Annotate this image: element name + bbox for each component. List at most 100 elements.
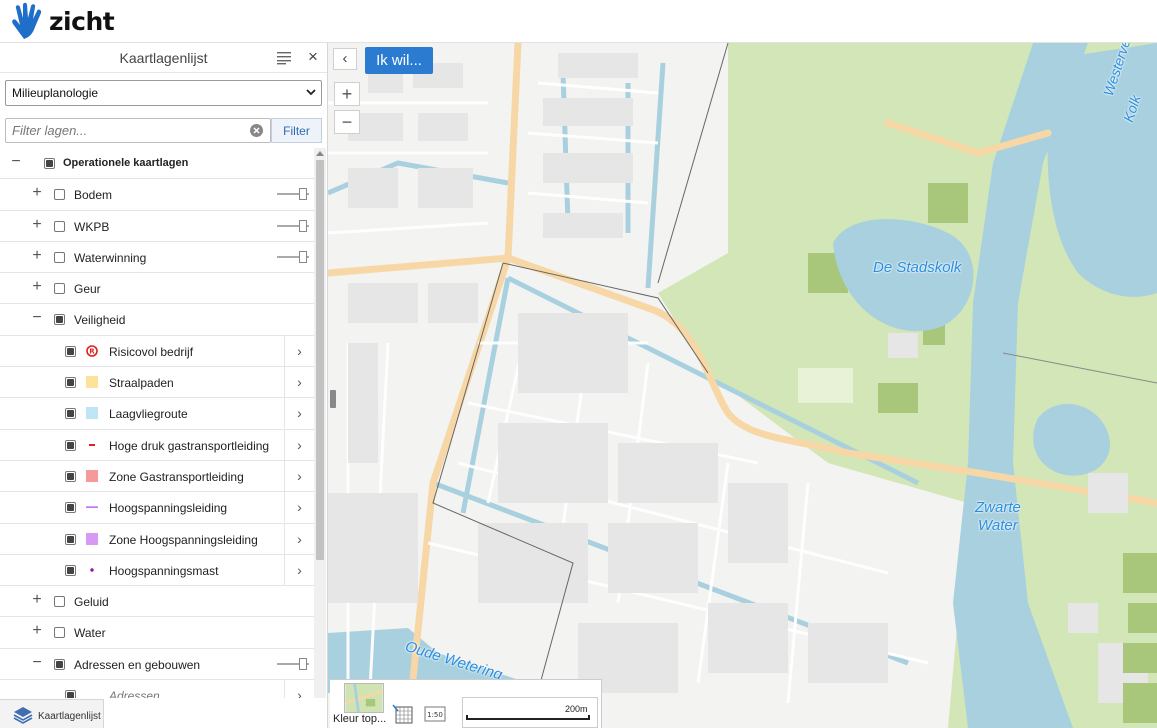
theme-select[interactable]: Milieuplanologie bbox=[5, 80, 322, 106]
checkbox[interactable] bbox=[44, 158, 55, 169]
opacity-slider[interactable] bbox=[277, 219, 309, 232]
chevron-right-icon[interactable]: › bbox=[284, 680, 314, 698]
tree-row-label: Zone Gastransportleiding bbox=[109, 469, 244, 484]
filter-button[interactable]: Filter bbox=[271, 118, 322, 143]
checkbox[interactable] bbox=[65, 690, 76, 698]
zoom-in-button[interactable]: + bbox=[334, 82, 360, 106]
collapse-icon[interactable]: − bbox=[31, 310, 43, 326]
collapse-panel-button[interactable]: ‹ bbox=[333, 48, 357, 70]
scale-ratio-icon[interactable]: 1:50 bbox=[424, 705, 446, 723]
tree-row-hoge-druk-gastransportleiding[interactable]: Hoge druk gastransportleiding › bbox=[0, 429, 314, 461]
tree-row-zone-gastransportleiding[interactable]: Zone Gastransportleiding › bbox=[0, 460, 314, 493]
panel-resize-handle[interactable] bbox=[330, 390, 336, 408]
checkbox[interactable] bbox=[54, 283, 65, 295]
chevron-right-icon[interactable]: › bbox=[284, 523, 314, 554]
opacity-slider[interactable] bbox=[277, 188, 309, 201]
map-label-stadskolk: De Stadskolk bbox=[873, 259, 962, 276]
checkbox[interactable] bbox=[54, 189, 65, 201]
layers-icon bbox=[13, 707, 33, 724]
tree-row-straalpaden[interactable]: Straalpaden › bbox=[0, 367, 314, 399]
legend-line-icon bbox=[89, 443, 95, 446]
checkbox[interactable] bbox=[65, 408, 76, 420]
tree-row-bodem[interactable]: + Bodem bbox=[0, 179, 314, 211]
map-canvas[interactable]: De Stadskolk Westervelde Kolk Zwarte Wat… bbox=[328, 43, 1157, 728]
tree-scrollbar[interactable] bbox=[314, 148, 326, 698]
tree-row-label: Hoge druk gastransportleiding bbox=[109, 438, 270, 453]
close-icon[interactable]: × bbox=[305, 47, 321, 67]
tree-row-laagvliegroute[interactable]: Laagvliegroute › bbox=[0, 398, 314, 430]
collapse-icon[interactable]: − bbox=[31, 654, 43, 670]
opacity-slider[interactable] bbox=[277, 657, 309, 670]
expand-icon[interactable]: + bbox=[31, 247, 43, 263]
hand-icon bbox=[12, 2, 42, 39]
tree-row-waterwinning[interactable]: + Waterwinning bbox=[0, 242, 314, 274]
checkbox[interactable] bbox=[54, 627, 65, 639]
tree-row-geur[interactable]: + Geur bbox=[0, 273, 314, 305]
filter-input[interactable]: Filter lagen... bbox=[5, 118, 271, 143]
chevron-right-icon[interactable]: › bbox=[284, 554, 314, 585]
chevron-right-icon[interactable]: › bbox=[284, 429, 314, 460]
tree-row-wkpb[interactable]: + WKPB bbox=[0, 211, 314, 242]
tree-row-label: Adressen bbox=[109, 689, 160, 698]
checkbox[interactable] bbox=[54, 596, 65, 608]
expand-icon[interactable]: + bbox=[31, 279, 43, 295]
tree-row-operationele-kaartlagen[interactable]: − Operationele kaartlagen bbox=[0, 148, 314, 180]
tree-row-hoogspanningsmast[interactable]: Hoogspanningsmast › bbox=[0, 554, 314, 587]
checkbox[interactable] bbox=[65, 533, 76, 545]
scrollbar-thumb[interactable] bbox=[316, 160, 324, 560]
chevron-right-icon[interactable]: › bbox=[284, 335, 314, 366]
checkbox[interactable] bbox=[54, 220, 65, 232]
checkbox[interactable] bbox=[65, 564, 76, 576]
logo[interactable]: zicht bbox=[4, 2, 115, 40]
tree-row-risicovol-bedrijf[interactable]: R Risicovol bedrijf › bbox=[0, 335, 314, 368]
chevron-right-icon[interactable]: › bbox=[284, 460, 314, 491]
tree-row-label: Zone Hoogspanningsleiding bbox=[109, 532, 258, 547]
checkbox[interactable] bbox=[65, 377, 76, 389]
scale-bar-line bbox=[466, 715, 590, 720]
tree-row-label: WKPB bbox=[74, 219, 110, 234]
tree-row-label: Hoogspanningsleiding bbox=[109, 501, 228, 516]
checkbox[interactable] bbox=[65, 470, 76, 482]
expand-icon[interactable]: + bbox=[31, 216, 43, 232]
tree-row-label: Operationele kaartlagen bbox=[63, 157, 189, 169]
tree-row-veiligheid[interactable]: − Veiligheid bbox=[0, 304, 314, 336]
checkbox[interactable] bbox=[54, 658, 65, 670]
opacity-slider[interactable] bbox=[277, 250, 309, 263]
checkbox[interactable] bbox=[54, 251, 65, 263]
list-icon[interactable] bbox=[276, 51, 292, 65]
chevron-right-icon[interactable]: › bbox=[284, 492, 314, 523]
ik-wil-button[interactable]: Ik wil... bbox=[365, 47, 433, 74]
collapse-icon[interactable]: − bbox=[10, 154, 22, 170]
map-label-water: Water bbox=[978, 517, 1018, 534]
checkbox[interactable] bbox=[65, 502, 76, 514]
legend-line-icon bbox=[86, 506, 98, 508]
basemap bbox=[328, 43, 1157, 728]
filter-placeholder: Filter lagen... bbox=[12, 123, 88, 138]
clear-icon[interactable] bbox=[249, 123, 264, 138]
checkbox[interactable] bbox=[65, 439, 76, 451]
tree-row-zone-hoogspanningsleiding[interactable]: Zone Hoogspanningsleiding › bbox=[0, 523, 314, 555]
checkbox[interactable] bbox=[54, 314, 65, 326]
basemap-thumbnail-icon[interactable] bbox=[344, 683, 384, 713]
chevron-right-icon[interactable]: › bbox=[284, 398, 314, 429]
scale-bar-label: 200m bbox=[565, 704, 588, 714]
tree-row-hoogspanningsleiding[interactable]: Hoogspanningsleiding › bbox=[0, 492, 314, 524]
scroll-up-icon[interactable] bbox=[316, 150, 324, 156]
measure-area-icon[interactable] bbox=[392, 703, 414, 725]
tree-row-geluid[interactable]: + Geluid bbox=[0, 586, 314, 618]
expand-icon[interactable]: + bbox=[31, 592, 43, 608]
tree-row-adressen-en-gebouwen[interactable]: − Adressen en gebouwen bbox=[0, 649, 314, 681]
logo-text: zicht bbox=[49, 6, 115, 36]
top-bar: zicht bbox=[0, 0, 1157, 43]
checkbox[interactable] bbox=[65, 345, 76, 357]
tree-row-label: Hoogspanningsmast bbox=[109, 563, 219, 578]
expand-icon[interactable]: + bbox=[31, 623, 43, 639]
chevron-right-icon[interactable]: › bbox=[284, 367, 314, 398]
zoom-out-button[interactable]: − bbox=[334, 110, 360, 134]
tree-row-water[interactable]: + Water bbox=[0, 617, 314, 649]
layer-list-tab[interactable]: Kaartlagenlijst bbox=[0, 699, 104, 728]
basemap-label[interactable]: Kleur top... bbox=[333, 713, 386, 725]
tree-row-adressen[interactable]: Adressen › bbox=[0, 680, 314, 698]
expand-icon[interactable]: + bbox=[31, 185, 43, 201]
scale-bar: 200m bbox=[462, 697, 598, 728]
